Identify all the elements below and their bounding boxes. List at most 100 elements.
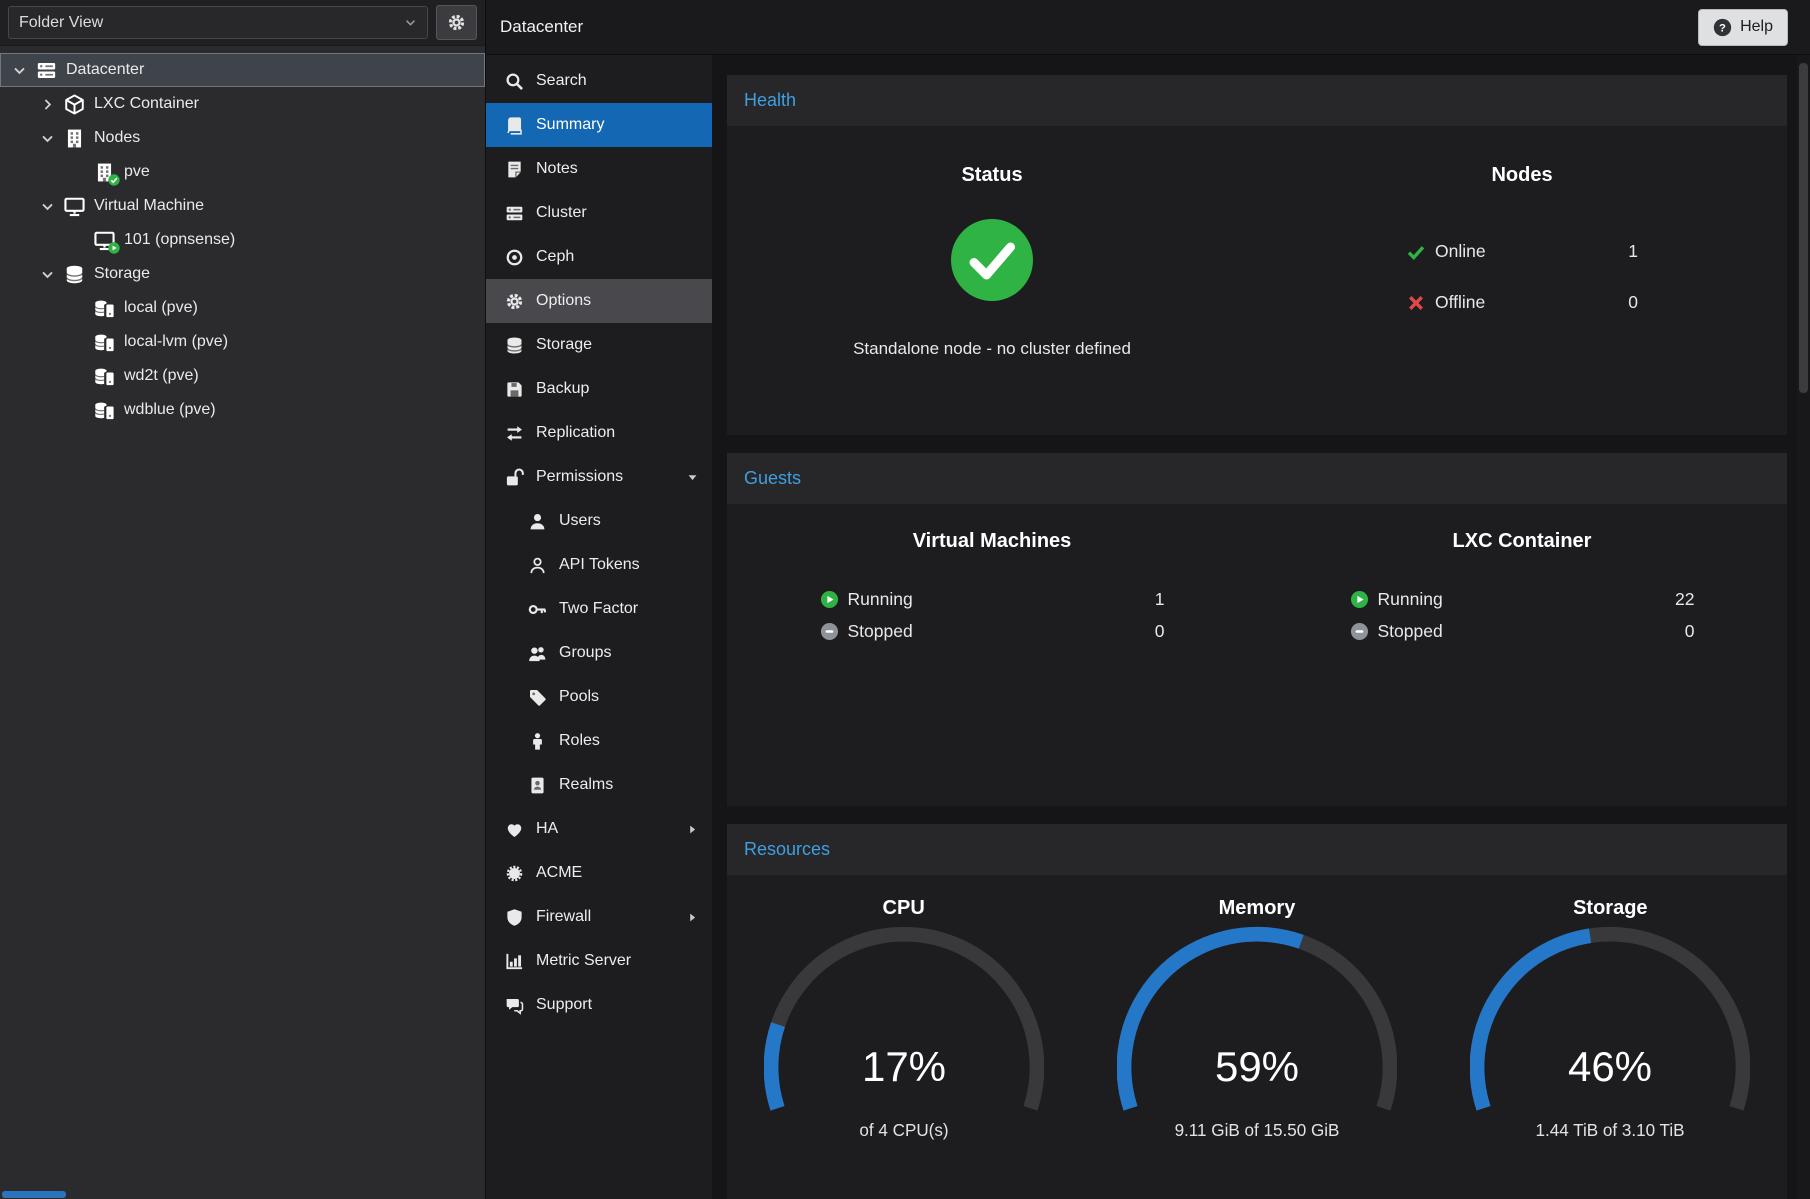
menu-item-label: Options	[536, 292, 591, 310]
scrollbar-thumb[interactable]	[2, 1191, 66, 1198]
tree-item-label: local-lvm (pve)	[124, 333, 228, 351]
scrollbar-thumb[interactable]	[1799, 63, 1808, 393]
tree-item-pve[interactable]: pve	[0, 155, 485, 189]
tree-item-wd2t[interactable]: wd2t (pve)	[0, 359, 485, 393]
server-icon	[505, 204, 524, 223]
tree-item-datacenter[interactable]: Datacenter	[0, 53, 485, 87]
menu-item-backup[interactable]: Backup	[486, 367, 712, 411]
vm-stopped-row: Stopped 0	[820, 617, 1165, 645]
tree-item-label: pve	[124, 163, 150, 181]
storage-drive-icon	[94, 400, 115, 421]
chevron-down-icon[interactable]	[40, 266, 64, 282]
tree-leaf-spacer	[70, 402, 94, 418]
node-state-value: 0	[1628, 292, 1638, 313]
tree-item-local[interactable]: local (pve)	[0, 291, 485, 325]
resource-tree-panel: Folder View Datacenter LXC Container	[0, 0, 486, 1199]
menu-item-permissions[interactable]: Permissions	[486, 455, 712, 499]
database-icon	[505, 336, 524, 355]
certificate-icon	[505, 864, 524, 883]
cluster-status-column: Status Standalone node - no cluster defi…	[727, 126, 1257, 435]
menu-item-metric-server[interactable]: Metric Server	[486, 939, 712, 983]
tree-leaf-spacer	[70, 232, 94, 248]
gauge-heading: Storage	[1573, 897, 1647, 920]
success-check-icon	[949, 217, 1035, 303]
menu-item-storage[interactable]: Storage	[486, 323, 712, 367]
chevron-down-icon[interactable]	[40, 198, 64, 214]
vm-running-row: Running 1	[820, 585, 1165, 613]
guest-state-value: 22	[1675, 589, 1694, 610]
user-icon	[528, 512, 547, 531]
gauge-sublabel: 1.44 TiB of 3.10 TiB	[1536, 1121, 1685, 1140]
menu-item-groups[interactable]: Groups	[486, 631, 712, 675]
chevron-down-icon[interactable]	[12, 62, 36, 78]
running-play-badge	[108, 242, 120, 254]
lxc-stopped-row: Stopped 0	[1350, 617, 1695, 645]
menu-item-pools[interactable]: Pools	[486, 675, 712, 719]
ceph-icon	[505, 248, 524, 267]
menu-item-label: Cluster	[536, 204, 587, 222]
vm-heading: Virtual Machines	[913, 530, 1072, 553]
view-selector[interactable]: Folder View	[8, 6, 428, 39]
menu-item-ceph[interactable]: Ceph	[486, 235, 712, 279]
tree-leaf-spacer	[70, 164, 94, 180]
menu-item-users[interactable]: Users	[486, 499, 712, 543]
chevron-down-icon[interactable]	[40, 130, 64, 146]
node-state-label: Online	[1435, 241, 1486, 262]
running-icon	[820, 590, 839, 609]
tree-horizontal-scrollbar[interactable]	[0, 1190, 485, 1199]
menu-item-ha[interactable]: HA	[486, 807, 712, 851]
menu-item-replication[interactable]: Replication	[486, 411, 712, 455]
server-icon	[36, 60, 57, 81]
menu-item-api-tokens[interactable]: API Tokens	[486, 543, 712, 587]
monitor-icon	[64, 196, 85, 217]
menu-item-realms[interactable]: Realms	[486, 763, 712, 807]
menu-item-options[interactable]: Options	[486, 279, 712, 323]
tree-item-label: Virtual Machine	[94, 197, 204, 215]
tree-item-nodes[interactable]: Nodes	[0, 121, 485, 155]
running-icon	[1350, 590, 1369, 609]
guest-state-value: 0	[1685, 621, 1695, 642]
help-button[interactable]: Help	[1698, 9, 1788, 46]
menu-item-roles[interactable]: Roles	[486, 719, 712, 763]
nodes-offline-row: Offline 0	[1406, 280, 1638, 325]
storage-drive-icon	[94, 298, 115, 319]
cube-icon	[64, 94, 85, 115]
menu-item-label: Metric Server	[536, 952, 631, 970]
gauge-heading: Memory	[1219, 897, 1296, 920]
tree-item-wdblue[interactable]: wdblue (pve)	[0, 393, 485, 427]
menu-item-two-factor[interactable]: Two Factor	[486, 587, 712, 631]
menu-item-summary[interactable]: Summary	[486, 103, 712, 147]
menu-item-support[interactable]: Support	[486, 983, 712, 1027]
content-vertical-scrollbar[interactable]	[1797, 55, 1810, 1199]
tree-item-101-opnsense[interactable]: 101 (opnsense)	[0, 223, 485, 257]
guests-body: Virtual Machines Running 1 Stopped	[727, 504, 1787, 806]
menu-item-cluster[interactable]: Cluster	[486, 191, 712, 235]
menu-item-search[interactable]: Search	[486, 59, 712, 103]
gauge-sublabel: of 4 CPU(s)	[859, 1121, 948, 1140]
gauge-sublabel: 9.11 GiB of 15.50 GiB	[1175, 1121, 1340, 1140]
tree-settings-button[interactable]	[436, 5, 477, 40]
vm-rows: Running 1 Stopped 0	[820, 585, 1165, 645]
chevron-right-icon[interactable]	[40, 96, 64, 112]
menu-item-label: Search	[536, 72, 587, 90]
stopped-icon	[820, 622, 839, 641]
gauge-percent: 46%	[1568, 1043, 1652, 1090]
menu-item-label: Storage	[536, 336, 592, 354]
guests-panel-title: Guests	[744, 468, 801, 489]
tree-item-local-lvm[interactable]: local-lvm (pve)	[0, 325, 485, 359]
menu-item-label: Pools	[559, 688, 599, 706]
resources-panel-title: Resources	[744, 839, 830, 860]
menu-item-notes[interactable]: Notes	[486, 147, 712, 191]
unlock-icon	[505, 468, 524, 487]
health-panel-header: Health	[727, 75, 1787, 126]
tree-item-lxc-container[interactable]: LXC Container	[0, 87, 485, 121]
right-section: Datacenter Help Search Summary Note	[486, 0, 1810, 1199]
menu-item-label: Firewall	[536, 908, 591, 926]
tree-item-virtual-machine[interactable]: Virtual Machine	[0, 189, 485, 223]
note-icon	[505, 160, 524, 179]
tree-item-storage[interactable]: Storage	[0, 257, 485, 291]
menu-item-firewall[interactable]: Firewall	[486, 895, 712, 939]
search-icon	[505, 72, 524, 91]
cluster-status-message: Standalone node - no cluster defined	[853, 339, 1131, 359]
menu-item-acme[interactable]: ACME	[486, 851, 712, 895]
